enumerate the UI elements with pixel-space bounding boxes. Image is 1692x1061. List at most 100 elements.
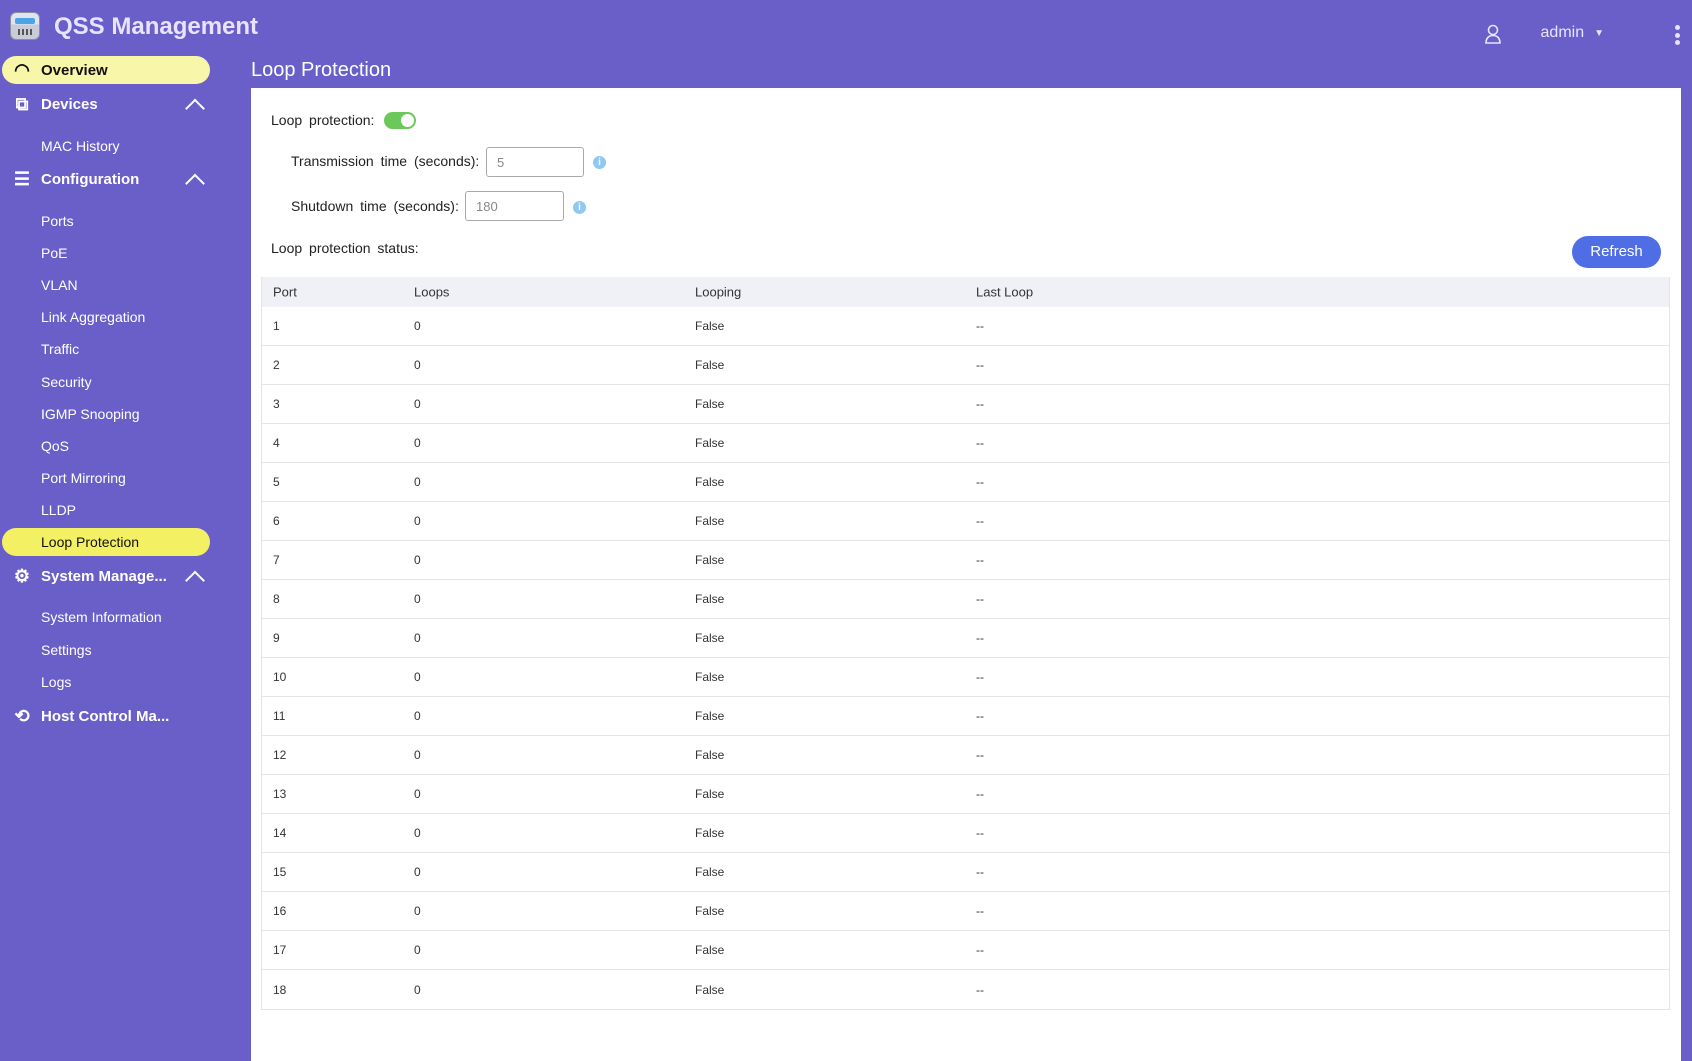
port-cell: 2 xyxy=(273,358,280,372)
sidebar-item-mac-history[interactable]: MAC History xyxy=(2,132,210,160)
sidebar-item-port-mirroring[interactable]: Port Mirroring xyxy=(2,464,210,492)
last-loop-cell: -- xyxy=(976,631,984,645)
port-cell: 5 xyxy=(273,475,280,489)
table-row: 15 0 False -- xyxy=(262,853,1669,892)
table-row: 10 0 False -- xyxy=(262,658,1669,697)
port-cell: 1 xyxy=(273,319,280,333)
sidebar-item-label: Configuration xyxy=(41,170,140,188)
sidebar-item-label: Link Aggregation xyxy=(41,309,146,326)
loops-cell: 0 xyxy=(414,631,421,645)
table-row: 6 0 False -- xyxy=(262,502,1669,541)
table-row: 18 0 False -- xyxy=(262,970,1669,1009)
sidebar-group-configuration[interactable]: ☰ Configuration xyxy=(2,165,210,194)
sliders-icon: ☰ xyxy=(13,168,31,189)
port-cell: 17 xyxy=(273,943,287,957)
table-row: 9 0 False -- xyxy=(262,619,1669,658)
sidebar-item-logs[interactable]: Logs xyxy=(2,668,210,696)
table-row: 11 0 False -- xyxy=(262,697,1669,736)
info-icon[interactable]: i xyxy=(573,201,586,214)
loop-protection-status-label: Loop protection status: xyxy=(271,240,419,256)
sidebar-item-overview[interactable]: ◠ Overview xyxy=(2,56,210,84)
sidebar-group-devices[interactable]: ⧉ Devices xyxy=(2,90,210,119)
sidebar-item-label: MAC History xyxy=(41,138,120,154)
chevron-up-icon[interactable] xyxy=(185,570,205,591)
table-row: 1 0 False -- xyxy=(262,307,1669,346)
sidebar-item-vlan[interactable]: VLAN xyxy=(2,271,210,299)
table-row: 12 0 False -- xyxy=(262,736,1669,775)
shutdown-time-label: Shutdown time (seconds): xyxy=(291,198,459,214)
transmission-time-input[interactable] xyxy=(486,147,584,177)
port-cell: 10 xyxy=(273,670,287,684)
shutdown-time-input[interactable] xyxy=(465,191,564,221)
loops-cell: 0 xyxy=(414,319,421,333)
table-row: 5 0 False -- xyxy=(262,463,1669,502)
last-loop-cell: -- xyxy=(976,514,984,528)
sidebar-item-ports[interactable]: Ports xyxy=(2,207,210,235)
sidebar-group-host-control[interactable]: ⟲ Host Control Ma... xyxy=(2,702,210,730)
looping-cell: False xyxy=(695,436,725,450)
column-header-loops[interactable]: Loops xyxy=(414,285,449,300)
port-cell: 7 xyxy=(273,553,280,567)
last-loop-cell: -- xyxy=(976,865,984,879)
looping-cell: False xyxy=(695,592,725,606)
chevron-up-icon[interactable] xyxy=(185,98,205,119)
column-header-port[interactable]: Port xyxy=(273,285,297,300)
sidebar-item-security[interactable]: Security xyxy=(2,368,210,396)
column-header-looping[interactable]: Looping xyxy=(695,285,741,300)
sidebar-item-settings[interactable]: Settings xyxy=(2,636,210,664)
user-menu[interactable]: admin ▼ xyxy=(1541,24,1604,42)
looping-cell: False xyxy=(695,982,725,997)
looping-cell: False xyxy=(695,943,725,957)
table-row: 16 0 False -- xyxy=(262,892,1669,931)
sidebar-group-system-management[interactable]: ⚙ System Manage... xyxy=(2,562,210,591)
sidebar-item-label: Security xyxy=(41,373,92,390)
looping-cell: False xyxy=(695,319,725,333)
refresh-button[interactable]: Refresh xyxy=(1572,236,1661,268)
gauge-icon: ◠ xyxy=(14,59,30,80)
column-header-last-loop[interactable]: Last Loop xyxy=(976,285,1033,300)
user-icon[interactable] xyxy=(1484,24,1502,44)
sidebar-item-igmp-snooping[interactable]: IGMP Snooping xyxy=(2,400,210,428)
loops-cell: 0 xyxy=(414,553,421,567)
table-row: 13 0 False -- xyxy=(262,775,1669,814)
sidebar-item-poe[interactable]: PoE xyxy=(2,239,210,267)
last-loop-cell: -- xyxy=(976,943,984,957)
sidebar-item-label: Traffic xyxy=(41,341,80,358)
looping-cell: False xyxy=(695,397,725,411)
loop-protection-toggle[interactable] xyxy=(384,112,416,129)
loops-cell: 0 xyxy=(414,436,421,450)
port-cell: 6 xyxy=(273,514,280,528)
looping-cell: False xyxy=(695,553,725,567)
info-icon[interactable]: i xyxy=(593,156,606,169)
page-title: Loop Protection xyxy=(251,59,392,81)
port-cell: 18 xyxy=(273,982,287,997)
sidebar-item-lldp[interactable]: LLDP xyxy=(2,496,210,524)
loops-cell: 0 xyxy=(414,787,421,801)
last-loop-cell: -- xyxy=(976,436,984,450)
looping-cell: False xyxy=(695,826,725,840)
sidebar-item-label: Host Control Ma... xyxy=(41,707,170,725)
sidebar-item-link-aggregation[interactable]: Link Aggregation xyxy=(2,303,210,331)
top-bar: QSS Management admin ▼ xyxy=(0,0,1692,56)
chevron-up-icon[interactable] xyxy=(185,173,205,194)
more-options-icon[interactable] xyxy=(1674,25,1680,45)
loops-cell: 0 xyxy=(414,670,421,684)
loops-cell: 0 xyxy=(414,826,421,840)
sidebar-item-label: Overview xyxy=(41,61,108,79)
sidebar-item-traffic[interactable]: Traffic xyxy=(2,335,210,363)
gear-icon: ⚙ xyxy=(13,565,31,586)
table-body: 1 0 False -- 2 0 False -- 3 0 False -- 4 0 False -- 5 0 Fa… xyxy=(262,307,1669,1009)
last-loop-cell: -- xyxy=(976,709,984,723)
sidebar-item-system-information[interactable]: System Information xyxy=(2,603,210,631)
sidebar-item-label: Port Mirroring xyxy=(41,469,126,486)
last-loop-cell: -- xyxy=(976,475,984,489)
last-loop-cell: -- xyxy=(976,358,984,372)
table-header: Port Loops Looping Last Loop xyxy=(262,277,1669,307)
last-loop-cell: -- xyxy=(976,982,984,997)
transmission-time-label: Transmission time (seconds): xyxy=(291,153,480,169)
sidebar-item-loop-protection[interactable]: Loop Protection xyxy=(2,528,210,556)
loops-cell: 0 xyxy=(414,748,421,762)
loop-status-table: Port Loops Looping Last Loop 1 0 False -- 2 0… xyxy=(261,277,1670,1010)
sidebar-item-qos[interactable]: QoS xyxy=(2,432,210,460)
table-row: 3 0 False -- xyxy=(262,385,1669,424)
